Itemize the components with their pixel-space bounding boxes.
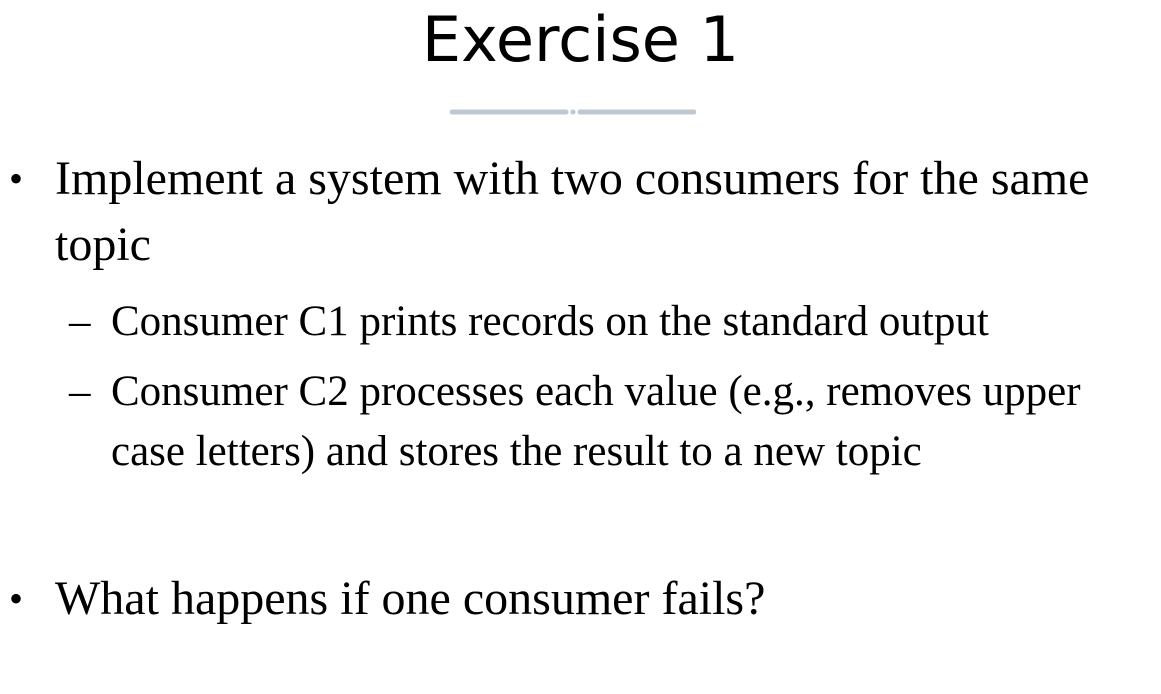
sub-bullet-marker: – [69,368,91,415]
title-divider [450,109,696,115]
sub-bullet-marker: – [69,298,91,345]
bullet-item-consumer-fails: • What happens if one consumer fails? [9,566,1135,632]
bullet-item-implement-system: • Implement a system with two consumers … [9,146,1135,278]
bullet-marker: • [9,576,24,621]
bullet-marker: • [9,156,24,201]
slide-title: Exercise 1 [421,3,740,76]
slide: Exercise 1 • Implement a system with two… [0,0,1161,694]
divider-dot [570,109,576,115]
bullet-text: What happens if one consumer fails? [55,572,766,625]
bullet-text: Implement a system with two consumers fo… [55,152,1090,271]
sub-bullet-text: Consumer C1 prints records on the standa… [111,298,989,345]
sub-bullet-item-consumer-c1: – Consumer C1 prints records on the stan… [69,292,1151,352]
sub-bullet-text: Consumer C2 processes each value (e.g., … [111,368,1081,475]
sub-bullet-item-consumer-c2: – Consumer C2 processes each value (e.g.… [69,362,1156,482]
